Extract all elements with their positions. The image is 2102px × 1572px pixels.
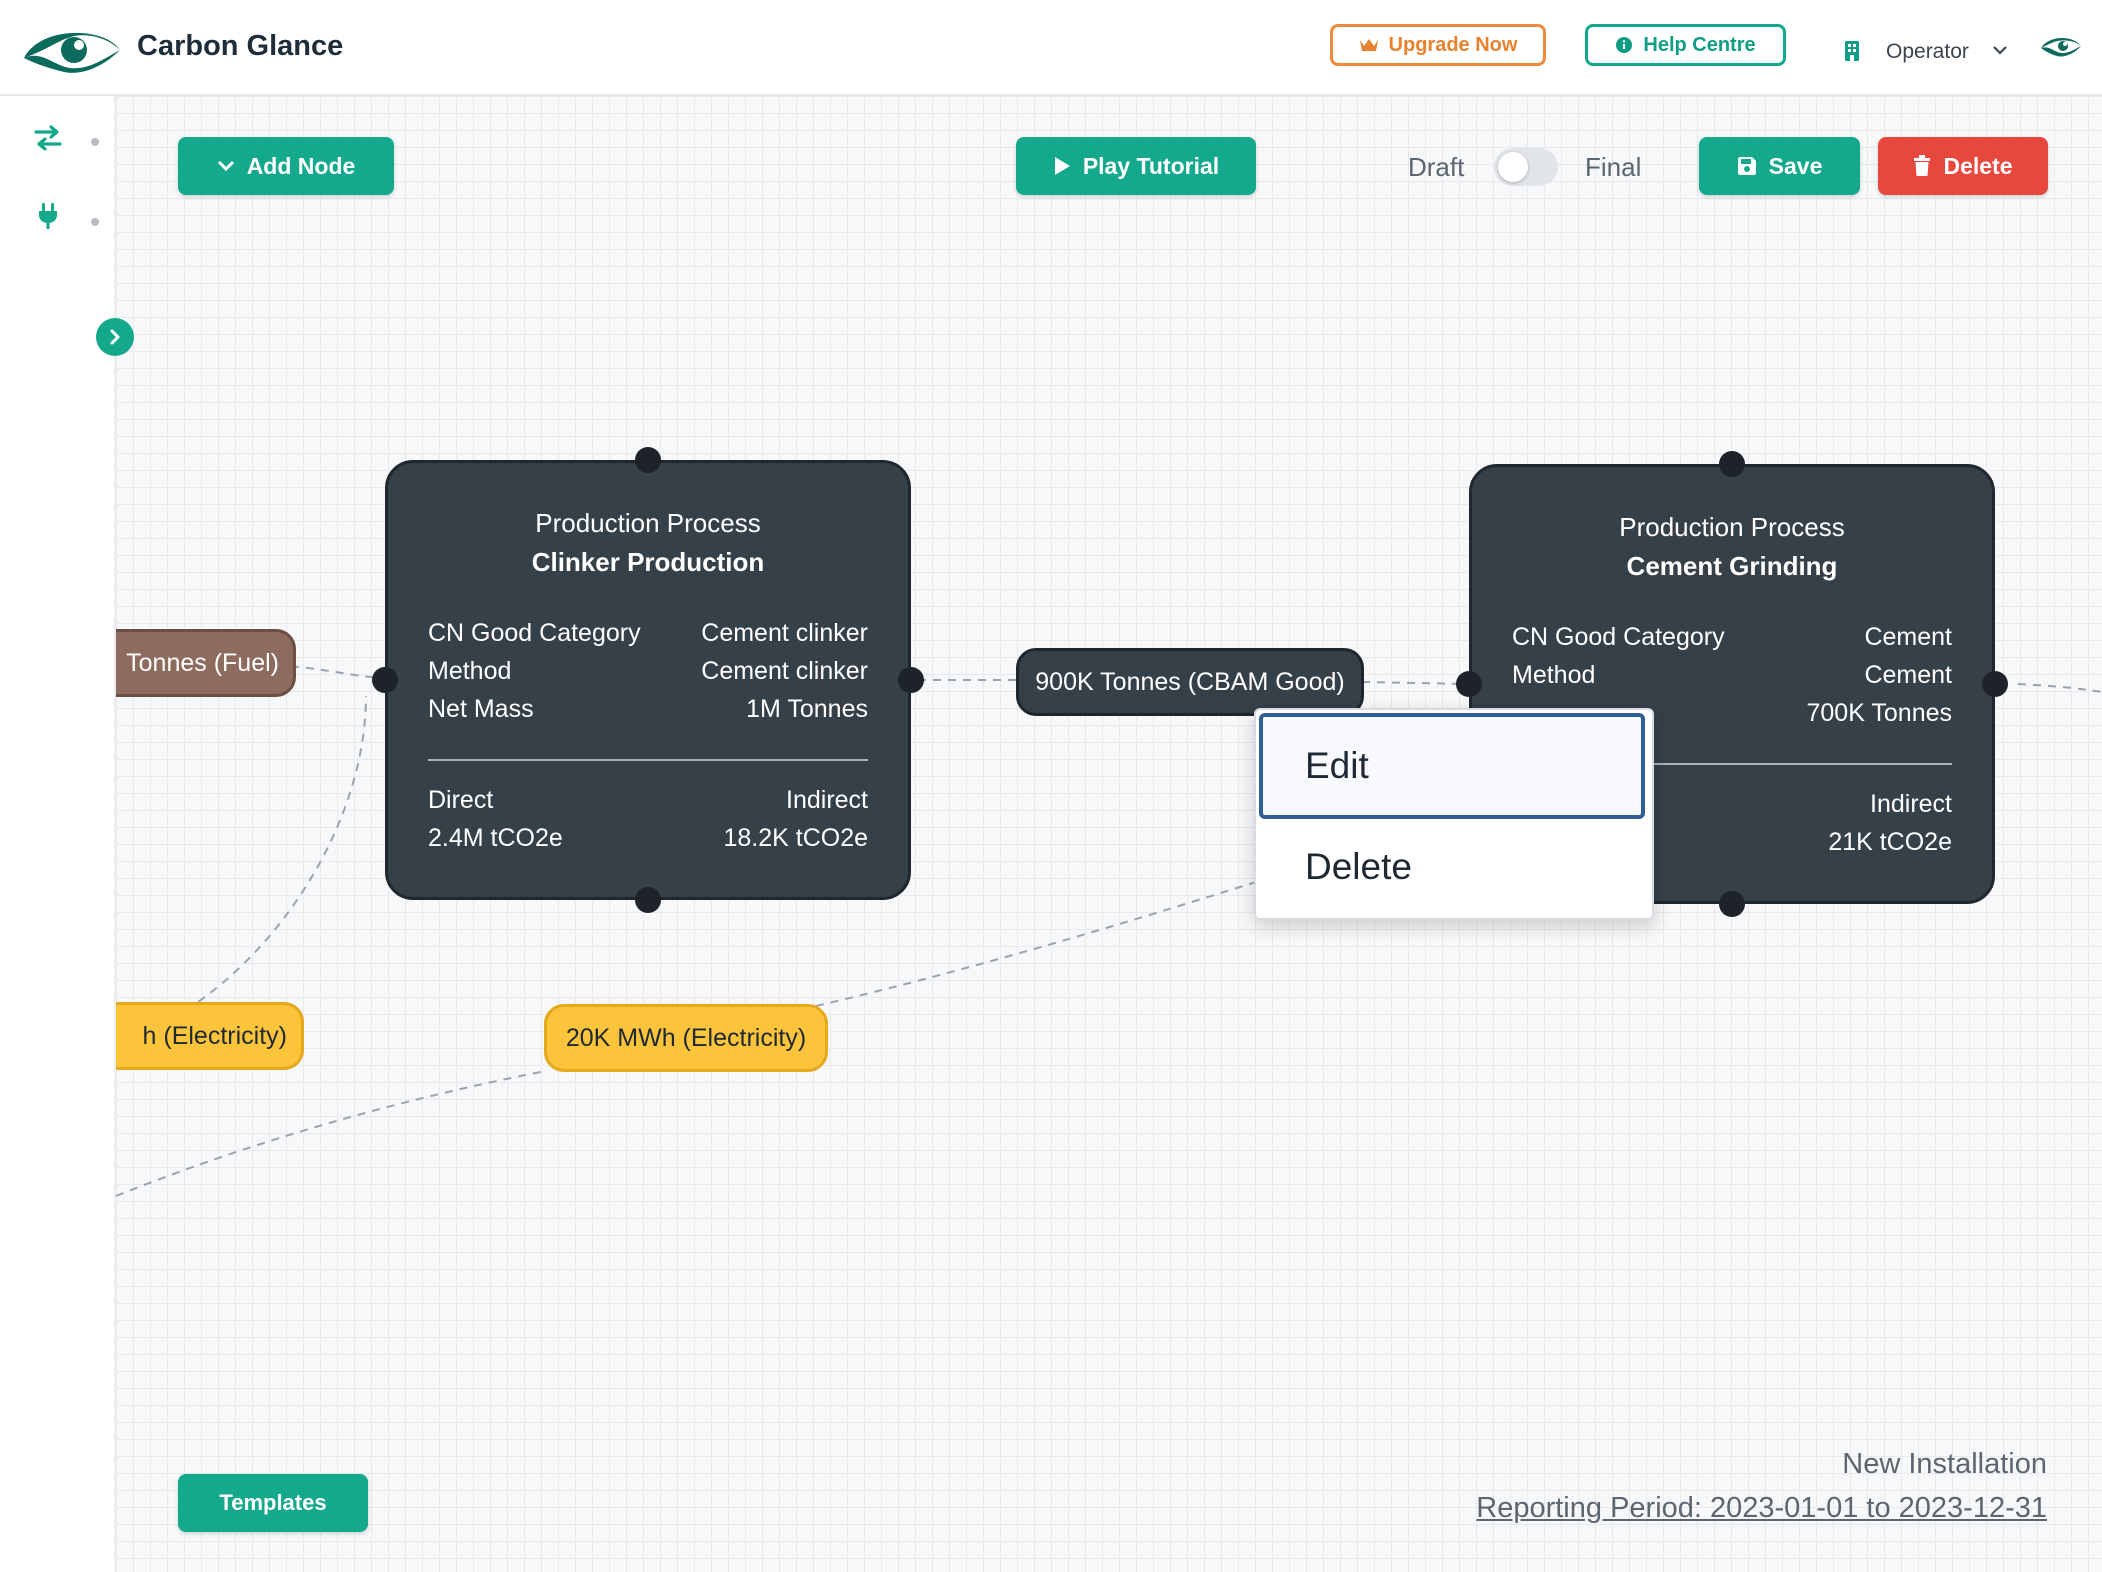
draft-final-toggle[interactable]: [1494, 148, 1558, 186]
context-menu-edit[interactable]: Edit: [1259, 713, 1645, 819]
node-name: Clinker Production: [531, 547, 765, 577]
node-handle-right[interactable]: [1982, 671, 2008, 697]
flow-fuel-pill[interactable]: Tonnes (Fuel): [116, 629, 296, 697]
node-row-label: CN Good Category: [1512, 623, 1725, 651]
indirect-label: Indirect: [786, 786, 868, 814]
save-button[interactable]: Save: [1699, 137, 1860, 195]
node-handle-top[interactable]: [1719, 451, 1745, 477]
save-label: Save: [1768, 152, 1823, 179]
app-title: Carbon Glance: [137, 30, 344, 62]
direct-value: 2.4M tCO2e: [428, 824, 563, 852]
add-node-label: Add Node: [246, 152, 356, 179]
trash-icon: [1914, 155, 1931, 176]
node-handle-bottom[interactable]: [635, 887, 661, 913]
indirect-label: Indirect: [1870, 790, 1952, 818]
node-row-label: Method: [428, 657, 512, 685]
help-centre-label: Help Centre: [1643, 33, 1756, 56]
building-icon: [1845, 41, 1859, 61]
upgrade-now-label: Upgrade Now: [1388, 33, 1518, 56]
edge-cbam-to-grinding: [1361, 681, 1469, 685]
templates-label: Templates: [219, 1490, 327, 1515]
node-type: Production Process: [535, 508, 761, 538]
indirect-value: 21K tCO2e: [1828, 828, 1952, 856]
process-node-clinker[interactable]: Production Process Clinker Production CN…: [385, 460, 911, 900]
left-sidebar: [0, 96, 116, 1572]
context-menu-edit-label: Edit: [1305, 745, 1369, 786]
node-handle-top[interactable]: [635, 447, 661, 473]
node-handle-bottom[interactable]: [1719, 891, 1745, 917]
final-label: Final: [1585, 152, 1642, 182]
play-tutorial-label: Play Tutorial: [1082, 152, 1220, 179]
chevron-down-icon: [217, 160, 234, 172]
node-row-value: Cement clinker: [701, 619, 868, 647]
edge-electricity-left-to-mid: [116, 1070, 547, 1197]
edge-grinding-out: [2017, 683, 2102, 693]
play-icon: [1054, 157, 1070, 175]
sidebar-dot: [91, 138, 99, 146]
play-tutorial-button[interactable]: Play Tutorial: [1016, 137, 1256, 195]
node-row: Method Cement: [1512, 661, 1952, 690]
indirect-value: 18.2K tCO2e: [723, 824, 868, 852]
chevron-down-icon[interactable]: [1992, 44, 2008, 56]
info-icon: [1616, 37, 1633, 53]
operator-menu-label[interactable]: Operator: [1886, 40, 1969, 64]
node-row: Method Cement clinker: [428, 657, 868, 686]
installation-name: New Installation: [1842, 1448, 2047, 1480]
node-row-label: Net Mass: [428, 695, 534, 723]
node-row-label: Method: [1512, 661, 1596, 689]
node-emissions-values: 2.4M tCO2e 18.2K tCO2e: [428, 824, 868, 853]
node-row-value: Cement: [1864, 623, 1952, 651]
context-menu-delete-label: Delete: [1305, 846, 1412, 887]
add-node-button[interactable]: Add Node: [178, 137, 394, 195]
flow-electricity-pill[interactable]: 20K MWh (Electricity): [544, 1004, 828, 1072]
node-row: CN Good Category Cement clinker: [428, 619, 868, 648]
plug-icon[interactable]: [32, 200, 64, 232]
crown-icon: [1359, 39, 1378, 51]
templates-button[interactable]: Templates: [178, 1474, 368, 1532]
flow-canvas[interactable]: Add Node Play Tutorial Draft Final Save …: [116, 96, 2102, 1572]
node-divider: [428, 759, 868, 761]
flow-cbam-good-pill[interactable]: 900K Tonnes (CBAM Good): [1016, 648, 1364, 716]
delete-button[interactable]: Delete: [1878, 137, 2048, 195]
top-bar: Carbon Glance Upgrade Now Help Centre Op…: [0, 0, 2102, 96]
flow-electricity-label: h (Electricity): [142, 1021, 287, 1050]
swap-arrows-icon[interactable]: [32, 122, 64, 154]
flow-electricity-pill[interactable]: h (Electricity): [116, 1002, 304, 1070]
node-row: Net Mass 1M Tonnes: [428, 695, 868, 724]
node-handle-right[interactable]: [898, 667, 924, 693]
reporting-period-link[interactable]: Reporting Period: 2023-01-01 to 2023-12-…: [1476, 1492, 2047, 1525]
node-row-value: 700K Tonnes: [1806, 699, 1953, 727]
delete-label: Delete: [1943, 152, 2013, 179]
sidebar-dot: [91, 218, 99, 226]
eye-logo-icon[interactable]: [22, 20, 122, 74]
upgrade-now-button[interactable]: Upgrade Now: [1330, 24, 1546, 66]
node-row-value: 1M Tonnes: [746, 695, 868, 723]
node-row: CN Good Category Cement: [1512, 623, 1952, 652]
floppy-disk-icon: [1737, 157, 1756, 175]
node-handle-left[interactable]: [1456, 671, 1482, 697]
help-centre-button[interactable]: Help Centre: [1585, 24, 1786, 66]
edge-electricity-to-clinker: [185, 695, 367, 1011]
chevron-right-icon: [110, 329, 120, 345]
node-handle-left[interactable]: [372, 667, 398, 693]
toggle-knob: [1498, 152, 1528, 182]
node-row-value: Cement clinker: [701, 657, 868, 685]
node-context-menu: Edit Delete: [1254, 708, 1654, 920]
expand-sidebar-button[interactable]: [96, 318, 134, 356]
draft-label: Draft: [1408, 152, 1465, 182]
flow-cbam-good-label: 900K Tonnes (CBAM Good): [1035, 667, 1345, 696]
flow-electricity-label: 20K MWh (Electricity): [565, 1023, 807, 1052]
node-type: Production Process: [1619, 512, 1845, 542]
node-emissions-labels: Direct Indirect: [428, 786, 868, 815]
node-row-value: Cement: [1864, 661, 1952, 689]
direct-label: Direct: [428, 786, 494, 814]
eye-icon[interactable]: [2040, 34, 2082, 58]
node-row-label: CN Good Category: [428, 619, 641, 647]
context-menu-delete[interactable]: Delete: [1259, 822, 1645, 912]
node-name: Cement Grinding: [1626, 551, 1838, 581]
flow-fuel-label: Tonnes (Fuel): [126, 648, 279, 677]
edge-electricity-to-grinding: [815, 881, 1257, 1007]
